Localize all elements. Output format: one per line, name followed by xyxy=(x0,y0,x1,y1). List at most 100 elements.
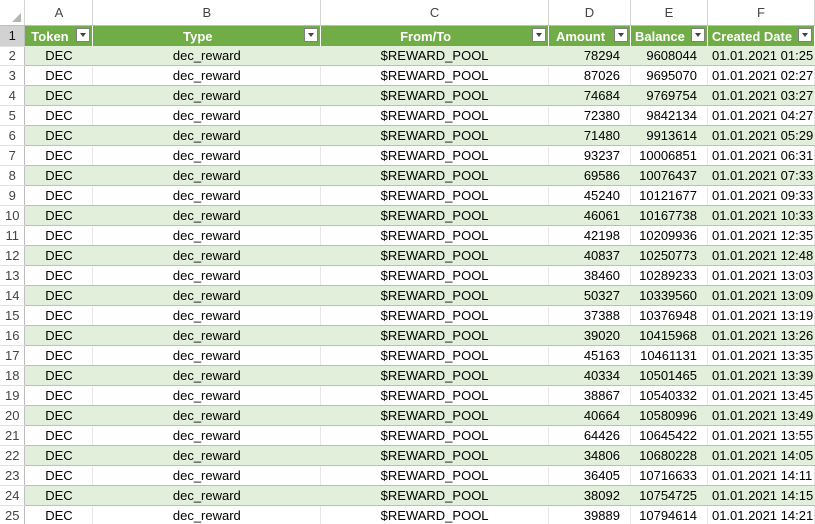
row-number[interactable]: 6 xyxy=(0,125,26,146)
cell-from-to[interactable]: $REWARD_POOL xyxy=(320,345,550,366)
cell-type[interactable]: dec_reward xyxy=(92,285,322,306)
column-header-f[interactable]: F xyxy=(707,0,815,26)
cell-amount[interactable]: 39889 xyxy=(548,505,631,524)
cell-amount[interactable]: 78294 xyxy=(548,46,631,66)
cell-balance[interactable]: 10794614 xyxy=(630,505,708,524)
cell-created-date[interactable]: 01.01.2021 13:55 xyxy=(707,425,815,446)
row-number[interactable]: 20 xyxy=(0,405,26,426)
cell-from-to[interactable]: $REWARD_POOL xyxy=(320,265,550,286)
cell-balance[interactable]: 9769754 xyxy=(630,85,708,106)
filter-dropdown-icon[interactable] xyxy=(304,28,319,42)
cell-token[interactable]: DEC xyxy=(24,245,94,266)
row-number[interactable]: 10 xyxy=(0,205,26,226)
cell-amount[interactable]: 71480 xyxy=(548,125,631,146)
cell-type[interactable]: dec_reward xyxy=(92,205,322,226)
cell-from-to[interactable]: $REWARD_POOL xyxy=(320,325,550,346)
cell-balance[interactable]: 10250773 xyxy=(630,245,708,266)
cell-token[interactable]: DEC xyxy=(24,85,94,106)
cell-created-date[interactable]: 01.01.2021 13:19 xyxy=(707,305,815,326)
row-number[interactable]: 9 xyxy=(0,185,26,206)
cell-from-to[interactable]: $REWARD_POOL xyxy=(320,365,550,386)
row-number[interactable]: 18 xyxy=(0,365,26,386)
filter-dropdown-icon[interactable] xyxy=(613,28,628,42)
cell-type[interactable]: dec_reward xyxy=(92,345,322,366)
cell-token[interactable]: DEC xyxy=(24,385,94,406)
cell-created-date[interactable]: 01.01.2021 13:45 xyxy=(707,385,815,406)
cell-from-to[interactable]: $REWARD_POOL xyxy=(320,205,550,226)
column-header-d[interactable]: D xyxy=(548,0,631,26)
cell-created-date[interactable]: 01.01.2021 13:49 xyxy=(707,405,815,426)
cell-amount[interactable]: 93237 xyxy=(548,145,631,166)
cell-balance[interactable]: 10540332 xyxy=(630,385,708,406)
cell-created-date[interactable]: 01.01.2021 02:27 xyxy=(707,65,815,86)
cell-created-date[interactable]: 01.01.2021 13:26 xyxy=(707,325,815,346)
cell-created-date[interactable]: 01.01.2021 05:29 xyxy=(707,125,815,146)
cell-type[interactable]: dec_reward xyxy=(92,185,322,206)
cell-created-date[interactable]: 01.01.2021 07:33 xyxy=(707,165,815,186)
cell-created-date[interactable]: 01.01.2021 13:35 xyxy=(707,345,815,366)
cell-type[interactable]: dec_reward xyxy=(92,225,322,246)
cell-from-to[interactable]: $REWARD_POOL xyxy=(320,425,550,446)
row-number[interactable]: 13 xyxy=(0,265,26,286)
cell-token[interactable]: DEC xyxy=(24,285,94,306)
header-token[interactable]: Token xyxy=(24,25,94,46)
cell-created-date[interactable]: 01.01.2021 13:03 xyxy=(707,265,815,286)
cell-type[interactable]: dec_reward xyxy=(92,125,322,146)
cell-amount[interactable]: 50327 xyxy=(548,285,631,306)
column-header-c[interactable]: C xyxy=(320,0,550,26)
cell-from-to[interactable]: $REWARD_POOL xyxy=(320,385,550,406)
cell-created-date[interactable]: 01.01.2021 12:48 xyxy=(707,245,815,266)
cell-balance[interactable]: 10006851 xyxy=(630,145,708,166)
cell-token[interactable]: DEC xyxy=(24,325,94,346)
cell-balance[interactable]: 9913614 xyxy=(630,125,708,146)
cell-token[interactable]: DEC xyxy=(24,205,94,226)
cell-amount[interactable]: 34806 xyxy=(548,445,631,466)
cell-balance[interactable]: 10501465 xyxy=(630,365,708,386)
cell-token[interactable]: DEC xyxy=(24,365,94,386)
cell-token[interactable]: DEC xyxy=(24,465,94,486)
cell-balance[interactable]: 10167738 xyxy=(630,205,708,226)
cell-from-to[interactable]: $REWARD_POOL xyxy=(320,65,550,86)
cell-type[interactable]: dec_reward xyxy=(92,65,322,86)
cell-from-to[interactable]: $REWARD_POOL xyxy=(320,46,550,66)
cell-type[interactable]: dec_reward xyxy=(92,105,322,126)
row-number[interactable]: 22 xyxy=(0,445,26,466)
column-header-e[interactable]: E xyxy=(630,0,708,26)
cell-amount[interactable]: 40334 xyxy=(548,365,631,386)
header-from-to[interactable]: From/To xyxy=(320,25,550,46)
cell-from-to[interactable]: $REWARD_POOL xyxy=(320,445,550,466)
cell-type[interactable]: dec_reward xyxy=(92,405,322,426)
cell-balance[interactable]: 10415968 xyxy=(630,325,708,346)
cell-balance[interactable]: 10376948 xyxy=(630,305,708,326)
cell-type[interactable]: dec_reward xyxy=(92,46,322,66)
cell-token[interactable]: DEC xyxy=(24,145,94,166)
row-number[interactable]: 17 xyxy=(0,345,26,366)
cell-from-to[interactable]: $REWARD_POOL xyxy=(320,505,550,524)
cell-amount[interactable]: 45163 xyxy=(548,345,631,366)
cell-amount[interactable]: 87026 xyxy=(548,65,631,86)
row-number[interactable]: 23 xyxy=(0,465,26,486)
row-number[interactable]: 25 xyxy=(0,505,26,524)
row-number[interactable]: 3 xyxy=(0,65,26,86)
cell-token[interactable]: DEC xyxy=(24,225,94,246)
cell-amount[interactable]: 40837 xyxy=(548,245,631,266)
cell-created-date[interactable]: 01.01.2021 01:25 xyxy=(707,46,815,66)
cell-created-date[interactable]: 01.01.2021 13:39 xyxy=(707,365,815,386)
cell-type[interactable]: dec_reward xyxy=(92,425,322,446)
cell-type[interactable]: dec_reward xyxy=(92,145,322,166)
cell-token[interactable]: DEC xyxy=(24,485,94,506)
cell-balance[interactable]: 10645422 xyxy=(630,425,708,446)
row-number[interactable]: 16 xyxy=(0,325,26,346)
cell-token[interactable]: DEC xyxy=(24,65,94,86)
row-number[interactable]: 15 xyxy=(0,305,26,326)
row-number[interactable]: 19 xyxy=(0,385,26,406)
cell-token[interactable]: DEC xyxy=(24,305,94,326)
cell-token[interactable]: DEC xyxy=(24,165,94,186)
cell-created-date[interactable]: 01.01.2021 10:33 xyxy=(707,205,815,226)
cell-amount[interactable]: 38460 xyxy=(548,265,631,286)
cell-amount[interactable]: 64426 xyxy=(548,425,631,446)
cell-type[interactable]: dec_reward xyxy=(92,265,322,286)
row-number[interactable]: 5 xyxy=(0,105,26,126)
cell-type[interactable]: dec_reward xyxy=(92,485,322,506)
cell-token[interactable]: DEC xyxy=(24,405,94,426)
